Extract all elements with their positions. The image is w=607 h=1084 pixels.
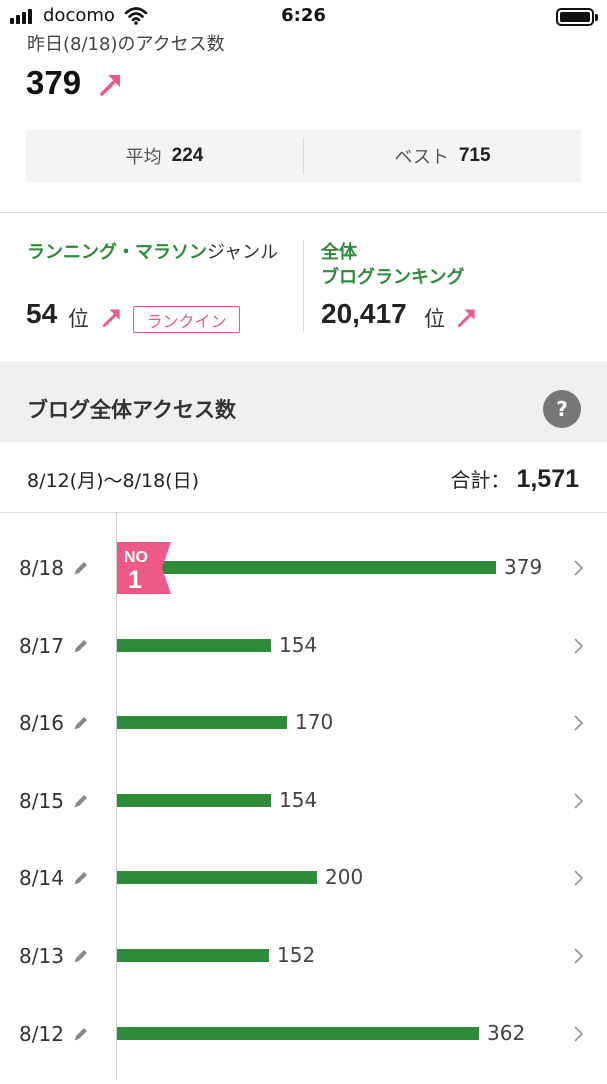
overall-ranking-title[interactable]: 全体 ブログランキング <box>321 240 464 290</box>
genre-suffix: ジャンル <box>207 242 279 263</box>
pencil-icon[interactable] <box>72 947 90 965</box>
access-value-label: 379 <box>504 555 543 579</box>
chart-date-label: 8/16 <box>19 711 64 736</box>
chevron-right-icon[interactable] <box>572 637 584 655</box>
chart-date-label: 8/13 <box>19 944 64 968</box>
blog-access-title: ブログ全体アクセス数 <box>27 398 236 422</box>
chevron-right-icon[interactable] <box>572 792 584 810</box>
chart-date-label: 8/15 <box>19 788 64 813</box>
status-bar: docomo 6:26 <box>0 0 607 34</box>
chart-row[interactable]: 8/13 152 <box>0 928 607 1006</box>
no1-badge-num: 1 <box>128 566 142 594</box>
overall-rank-number: 20,417 <box>321 298 407 329</box>
access-bar <box>117 716 287 730</box>
date-range: 8/12(月)〜8/18(日) <box>27 470 199 492</box>
average-value: 224 <box>171 145 204 166</box>
genre-name-link[interactable]: ランニング・マラソン <box>27 242 207 263</box>
access-bar <box>117 793 271 807</box>
access-value-label: 200 <box>325 865 364 890</box>
chevron-right-icon[interactable] <box>572 947 584 965</box>
chart-row[interactable]: 8/18 379 NO 1 <box>0 540 607 618</box>
trend-up-icon <box>100 75 120 96</box>
access-bar <box>162 561 496 574</box>
access-value-label: 154 <box>279 787 318 812</box>
genre-rank-number: 54 <box>26 298 58 329</box>
rankin-badge: ランクイン <box>133 306 240 333</box>
access-value-label: 170 <box>295 710 334 735</box>
best-value: 715 <box>458 145 491 166</box>
pencil-icon[interactable] <box>72 559 90 577</box>
best-label: ベスト <box>394 147 449 168</box>
chart-row[interactable]: 8/15 154 <box>0 773 607 851</box>
chart-row[interactable]: 8/14 200 <box>0 850 607 928</box>
trend-up-icon <box>457 309 475 328</box>
average-label: 平均 <box>125 147 162 168</box>
chart-row[interactable]: 8/16 170 <box>0 695 607 773</box>
no1-badge: NO1 <box>117 542 171 594</box>
daily-access-chart: 8/18 379 NO 1 8/17 154 8/16 170 8/15 154 8/14 200 8/… <box>0 512 607 1080</box>
chart-row[interactable]: 8/12 362 <box>0 1006 607 1084</box>
total-value: 1,571 <box>516 465 579 493</box>
yesterday-access-label: 昨日(8/18)のアクセス数 <box>27 34 225 55</box>
battery-icon <box>556 8 598 26</box>
average-stat: 平均 224 <box>26 130 303 182</box>
overall-ranking-line2: ブログランキング <box>321 267 465 288</box>
access-value-label: 362 <box>487 1020 526 1045</box>
access-bar <box>117 949 269 962</box>
pencil-icon[interactable] <box>72 792 90 810</box>
total-label: 合計： <box>450 468 511 492</box>
pencil-icon[interactable] <box>72 714 90 732</box>
total-access: 合計： 1,571 <box>450 464 579 494</box>
ranking-divider <box>303 240 304 332</box>
overall-rank-unit: 位 <box>424 307 445 331</box>
pencil-icon[interactable] <box>72 637 90 655</box>
overall-ranking-line1: 全体 <box>321 242 357 263</box>
access-bar <box>117 1026 479 1040</box>
trend-up-icon <box>102 309 120 328</box>
access-value-label: 154 <box>279 632 318 657</box>
blog-access-header: ブログ全体アクセス数 <box>0 361 607 442</box>
pencil-icon[interactable] <box>72 1025 90 1043</box>
clock: 6:26 <box>281 5 326 26</box>
chevron-right-icon[interactable] <box>572 714 584 732</box>
chart-date-label: 8/14 <box>19 866 64 891</box>
access-value-label: 152 <box>277 943 316 967</box>
chevron-right-icon[interactable] <box>572 1025 584 1043</box>
section-divider <box>0 212 607 213</box>
chart-date-label: 8/17 <box>19 633 64 658</box>
chevron-right-icon[interactable] <box>572 559 584 577</box>
access-stats-box: 平均 224 ベスト 715 <box>26 130 581 182</box>
chevron-right-icon[interactable] <box>572 869 584 887</box>
help-button[interactable]: ? <box>543 390 581 428</box>
genre-ranking-title[interactable]: ランニング・マラソンジャンル <box>27 240 287 265</box>
genre-rank-unit: 位 <box>68 307 89 331</box>
chart-date-label: 8/18 <box>19 556 64 580</box>
no1-badge-top: NO <box>124 549 148 566</box>
pencil-icon[interactable] <box>72 869 90 887</box>
access-bar <box>117 871 317 885</box>
yesterday-access-count: 379 <box>26 64 82 101</box>
chart-date-label: 8/12 <box>19 1021 64 1046</box>
access-bar <box>117 638 271 652</box>
chart-row[interactable]: 8/17 154 <box>0 618 607 696</box>
best-stat: ベスト 715 <box>304 130 581 182</box>
